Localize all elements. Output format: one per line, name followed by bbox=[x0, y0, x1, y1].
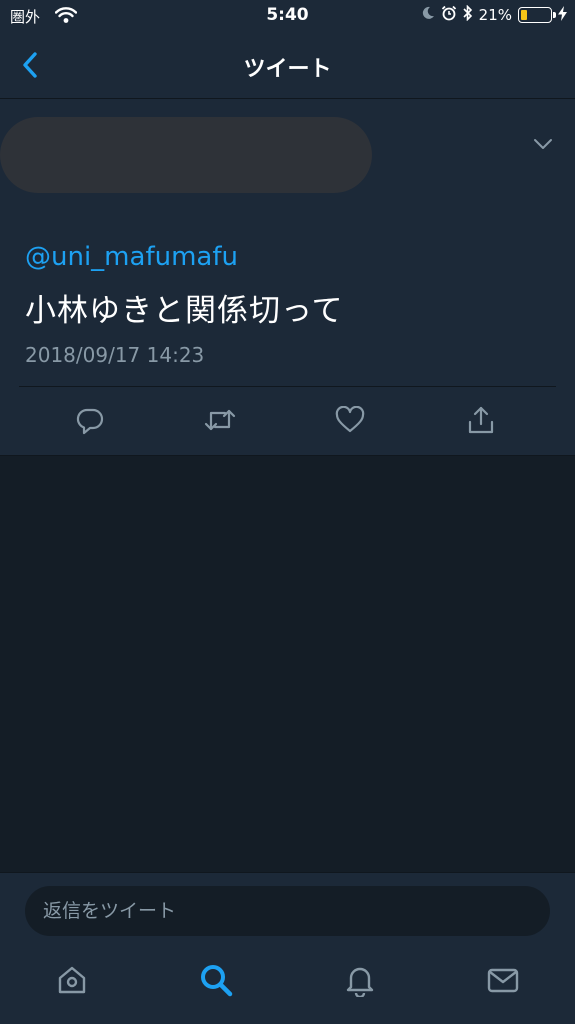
reply-mention-link[interactable]: @uni_mafumafu bbox=[25, 242, 238, 272]
tab-notifications[interactable] bbox=[340, 962, 380, 1002]
status-indicators: 21% bbox=[421, 4, 567, 25]
mail-icon bbox=[486, 963, 520, 1001]
nav-bar: ツイート bbox=[0, 32, 575, 99]
battery-percent: 21% bbox=[478, 6, 512, 24]
battery-level bbox=[521, 10, 527, 20]
moon-icon bbox=[421, 6, 435, 24]
tab-search[interactable] bbox=[196, 962, 236, 1002]
retweet-icon bbox=[203, 405, 237, 439]
battery-icon bbox=[518, 7, 556, 23]
search-icon bbox=[198, 962, 234, 1002]
divider bbox=[19, 386, 556, 387]
tweet-menu-button[interactable] bbox=[533, 135, 553, 154]
bluetooth-icon bbox=[463, 4, 473, 25]
tweet-card: @uni_mafumafu 小林ゆきと関係切って 2018/09/17 14:2… bbox=[0, 99, 575, 456]
page-title: ツイート bbox=[243, 57, 332, 82]
tweet-text: 小林ゆきと関係切って bbox=[25, 293, 344, 329]
redacted-user-info bbox=[0, 117, 372, 193]
reply-bar bbox=[0, 872, 575, 941]
like-button[interactable] bbox=[330, 402, 370, 442]
share-button[interactable] bbox=[461, 402, 501, 442]
chevron-down-icon bbox=[533, 135, 553, 154]
share-icon bbox=[466, 405, 496, 439]
bell-icon bbox=[343, 963, 377, 1001]
reply-icon bbox=[75, 405, 105, 439]
tab-bar bbox=[0, 940, 575, 1024]
tab-home[interactable] bbox=[52, 962, 92, 1002]
alarm-icon bbox=[441, 5, 457, 25]
reply-button[interactable] bbox=[70, 402, 110, 442]
retweet-button[interactable] bbox=[200, 402, 240, 442]
like-icon bbox=[335, 405, 365, 438]
status-bar: 圏外 5:40 21% bbox=[0, 0, 575, 32]
charging-icon bbox=[558, 5, 567, 25]
tab-messages[interactable] bbox=[483, 962, 523, 1002]
tweet-timestamp: 2018/09/17 14:23 bbox=[25, 343, 205, 367]
home-icon bbox=[55, 963, 89, 1001]
reply-input[interactable] bbox=[25, 886, 550, 936]
